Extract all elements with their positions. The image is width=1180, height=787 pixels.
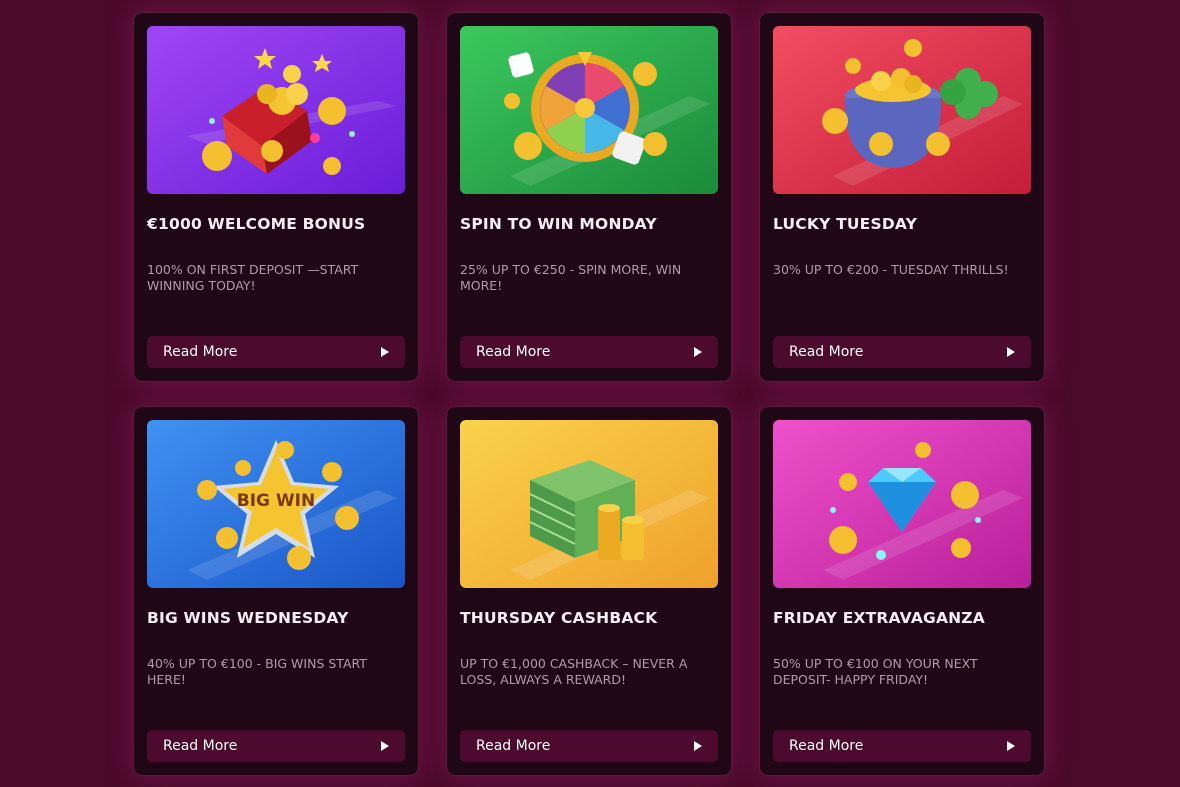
read-more-label: Read More [476, 738, 551, 754]
promo-description: 30% UP TO €200 - TUESDAY THRILLS! [773, 262, 1009, 277]
promo-description: UP TO €1,000 CASHBACK – NEVER A LOSS, AL… [460, 656, 688, 687]
read-more-button[interactable]: Read More [460, 336, 718, 368]
promo-title: LUCKY TUESDAY [773, 215, 918, 233]
promo-title: FRIDAY EXTRAVAGANZA [773, 609, 985, 627]
pot-of-gold-icon [773, 26, 1031, 194]
promo-card-welcome-bonus: €1000 WELCOME BONUS 100% ON FIRST DEPOSI… [133, 12, 419, 382]
promo-card-lucky-tuesday: LUCKY TUESDAY 30% UP TO €200 - TUESDAY T… [759, 12, 1045, 382]
prize-wheel-icon [460, 26, 718, 194]
play-arrow-icon [1007, 347, 1015, 357]
read-more-label: Read More [163, 344, 238, 360]
treasure-chest-icon [147, 26, 405, 194]
big-win-star-icon: BIG WIN [147, 420, 405, 588]
play-arrow-icon [381, 741, 389, 751]
diamond-icon [773, 420, 1031, 588]
promo-title: €1000 WELCOME BONUS [147, 215, 366, 233]
read-more-button[interactable]: Read More [147, 730, 405, 762]
promotions-grid: €1000 WELCOME BONUS 100% ON FIRST DEPOSI… [133, 12, 1045, 776]
read-more-button[interactable]: Read More [773, 336, 1031, 368]
promo-card-thursday-cashback: THURSDAY CASHBACK UP TO €1,000 CASHBACK … [446, 406, 732, 776]
read-more-button[interactable]: Read More [773, 730, 1031, 762]
promo-description: 25% UP TO €250 - SPIN MORE, WIN MORE! [460, 262, 682, 293]
promo-card-big-wins-wednesday: BIG WIN BIG WINS WEDNESDAY 40% UP TO €10… [133, 406, 419, 776]
big-win-badge-text: BIG WIN [237, 491, 315, 511]
read-more-label: Read More [163, 738, 238, 754]
read-more-label: Read More [789, 344, 864, 360]
promo-card-friday-extravaganza: FRIDAY EXTRAVAGANZA 50% UP TO €100 ON YO… [759, 406, 1045, 776]
promo-description: 100% ON FIRST DEPOSIT —START WINNING TOD… [147, 262, 359, 293]
promo-description: 40% UP TO €100 - BIG WINS START HERE! [147, 656, 367, 687]
play-arrow-icon [694, 347, 702, 357]
read-more-button[interactable]: Read More [460, 730, 718, 762]
read-more-label: Read More [476, 344, 551, 360]
promo-title: BIG WINS WEDNESDAY [147, 609, 349, 627]
read-more-button[interactable]: Read More [147, 336, 405, 368]
promo-card-spin-to-win: SPIN TO WIN MONDAY 25% UP TO €250 - SPIN… [446, 12, 732, 382]
cash-stack-icon [460, 420, 718, 588]
promo-title: THURSDAY CASHBACK [460, 609, 658, 627]
play-arrow-icon [694, 741, 702, 751]
play-arrow-icon [381, 347, 389, 357]
read-more-label: Read More [789, 738, 864, 754]
play-arrow-icon [1007, 741, 1015, 751]
promo-description: 50% UP TO €100 ON YOUR NEXT DEPOSIT- HAP… [773, 656, 978, 687]
promo-title: SPIN TO WIN MONDAY [460, 215, 657, 233]
